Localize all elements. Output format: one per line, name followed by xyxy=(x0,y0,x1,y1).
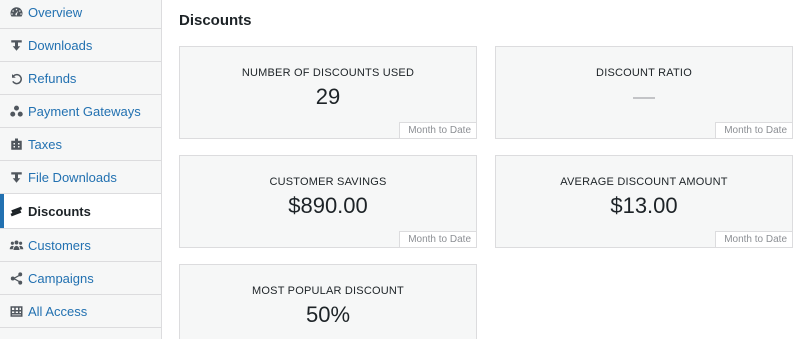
tile-period: Month to Date xyxy=(399,231,477,248)
sidebar-item-file-downloads[interactable]: File Downloads xyxy=(0,161,161,194)
stat-tile-discount-ratio: DISCOUNT RATIO Month to Date xyxy=(495,46,793,139)
sidebar-item-customers[interactable]: Customers xyxy=(0,229,161,262)
sidebar-item-payment-gateways[interactable]: Payment Gateways xyxy=(0,95,161,128)
sidebar-item-label: Payment Gateways xyxy=(28,103,141,119)
customers-icon xyxy=(8,237,24,253)
grid-icon xyxy=(8,303,24,319)
tile-value-empty xyxy=(633,97,655,99)
share-icon xyxy=(8,270,24,286)
tile-label: MOST POPULAR DISCOUNT xyxy=(252,285,404,297)
tile-period: Month to Date xyxy=(399,122,477,139)
tile-period: Month to Date xyxy=(715,122,793,139)
tile-label: DISCOUNT RATIO xyxy=(596,67,692,79)
sidebar-item-taxes[interactable]: Taxes xyxy=(0,128,161,161)
tickets-icon xyxy=(8,203,24,219)
sidebar-item-discounts[interactable]: Discounts xyxy=(0,194,161,229)
tile-label: NUMBER OF DISCOUNTS USED xyxy=(241,67,415,79)
stat-tile-discounts-used: NUMBER OF DISCOUNTS USED 29 Month to Dat… xyxy=(179,46,477,139)
sidebar-item-label: Refunds xyxy=(28,70,77,86)
page-title: Discounts xyxy=(179,12,252,29)
download-icon xyxy=(8,169,24,185)
tile-value: 50% xyxy=(305,302,351,327)
tile-label: AVERAGE DISCOUNT AMOUNT xyxy=(560,176,728,188)
sidebar-item-refunds[interactable]: Refunds xyxy=(0,62,161,95)
sidebar-item-label: Customers xyxy=(28,237,91,253)
groups-icon xyxy=(8,103,24,119)
stat-tile-customer-savings: CUSTOMER SAVINGS $890.00 Month to Date xyxy=(179,155,477,248)
tile-label: CUSTOMER SAVINGS xyxy=(269,176,387,188)
sidebar-item-overview[interactable]: Overview xyxy=(0,0,161,29)
sidebar-item-downloads[interactable]: Downloads xyxy=(0,29,161,62)
building-icon xyxy=(8,136,24,152)
tile-value: $13.00 xyxy=(610,193,678,218)
sidebar-item-label: Downloads xyxy=(28,37,93,53)
sidebar-item-label: Taxes xyxy=(28,136,62,152)
sidebar-item-label: Discounts xyxy=(28,203,91,219)
sidebar-item-label: Campaigns xyxy=(28,270,94,286)
tile-value: 29 xyxy=(315,84,341,109)
undo-icon xyxy=(8,70,24,86)
sidebar-item-all-access[interactable]: All Access xyxy=(0,295,161,328)
stat-tile-average-discount: AVERAGE DISCOUNT AMOUNT $13.00 Month to … xyxy=(495,155,793,248)
sidebar-item-label: File Downloads xyxy=(28,169,117,185)
download-icon xyxy=(8,37,24,53)
stat-tile-most-popular-discount: MOST POPULAR DISCOUNT 50% xyxy=(179,264,477,339)
sidebar-item-label: Overview xyxy=(28,4,83,20)
sidebar-item-label: All Access xyxy=(28,303,88,319)
reports-sidebar: Overview Downloads Refunds Payment Gatew… xyxy=(0,0,162,339)
tile-value: $890.00 xyxy=(288,193,368,218)
tile-period: Month to Date xyxy=(715,231,793,248)
dashboard-icon xyxy=(8,4,24,20)
sidebar-item-campaigns[interactable]: Campaigns xyxy=(0,262,161,295)
